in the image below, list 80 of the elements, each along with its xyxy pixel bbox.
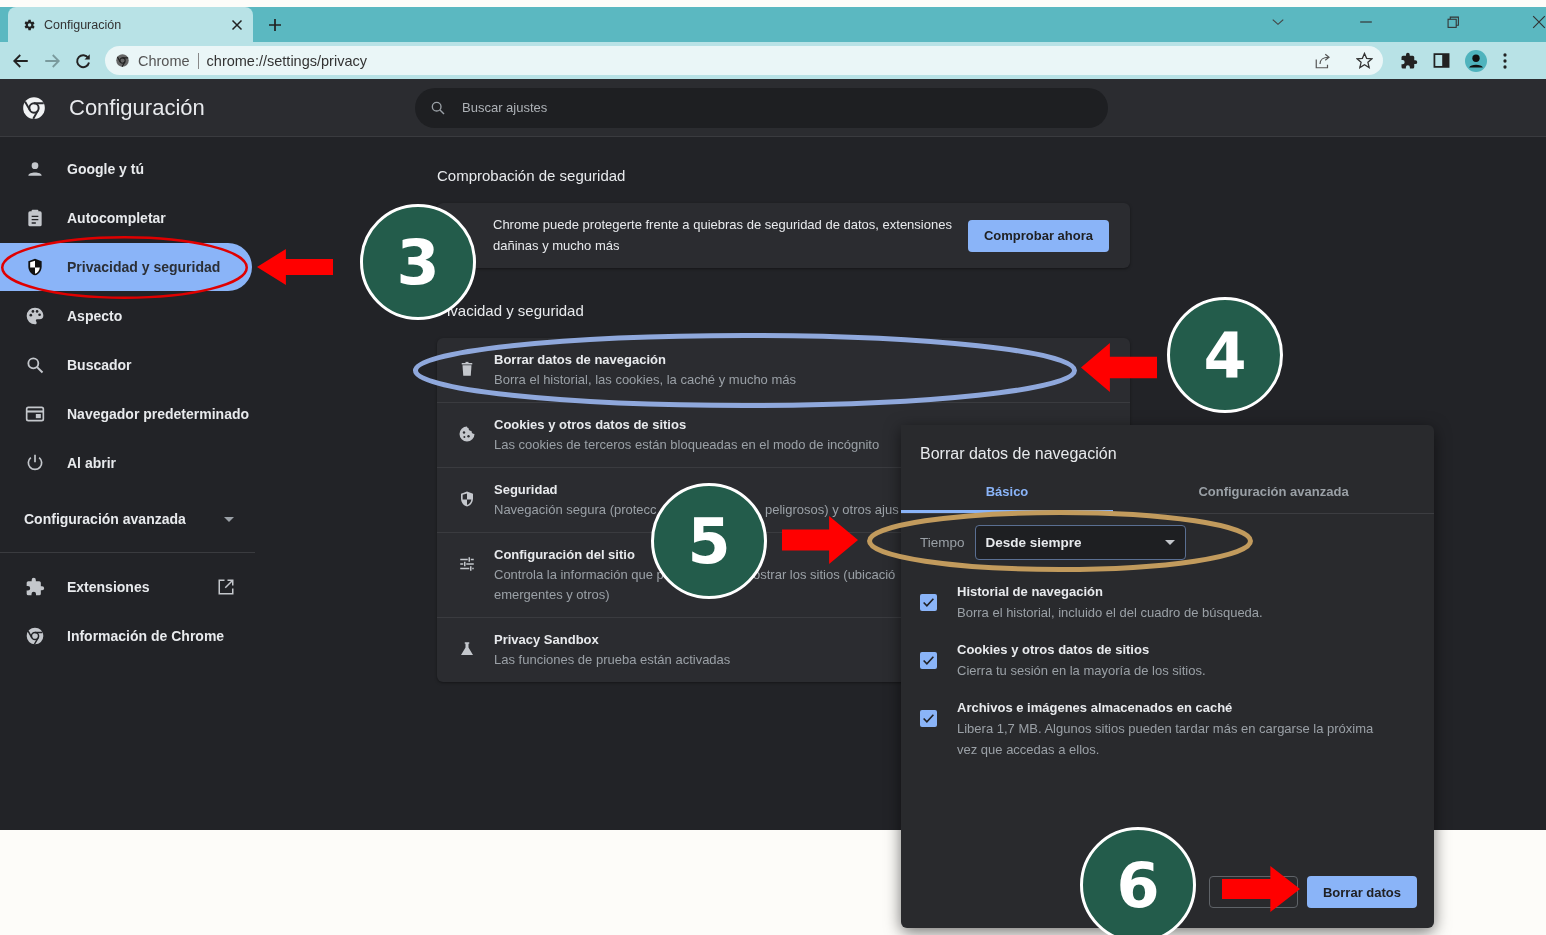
sidebar-item[interactable]: Autocompletar [0,194,252,242]
chrome-logo-icon [21,94,47,121]
time-range-label: Tiempo [920,535,965,550]
sidebar-item[interactable]: Privacidad y seguridad [0,243,252,291]
restore-icon[interactable] [1447,15,1460,29]
profile-avatar-icon[interactable] [1465,49,1487,72]
setting-description: Las funciones de prueba están activadas [494,651,731,669]
checkmark-icon [922,596,935,609]
cookie-icon [458,425,476,443]
sidebar-item[interactable]: Al abrir [0,439,252,487]
section-heading: Comprobación de seguridad [437,166,627,186]
search-placeholder: Buscar ajustes [462,100,548,115]
gear-icon [22,17,36,32]
sidebar-item[interactable]: Buscador [0,341,252,389]
puzzle-icon[interactable] [1400,51,1418,70]
setting-title[interactable]: Seguridad [494,480,558,500]
setting-title[interactable]: Privacy Sandbox [494,630,599,650]
sidebar-link[interactable]: Extensiones [0,563,252,611]
sidebar-link[interactable]: Información de Chrome [0,612,252,660]
option-description: Borra el historial, incluido el del cuadro de búsqueda. [957,604,1264,622]
checkbox[interactable] [920,594,937,611]
setting-title[interactable]: Cookies y otros datos de sitios [494,415,687,435]
flask-icon [458,640,476,658]
browser-tab[interactable]: Configuración [8,7,253,42]
search-field[interactable]: Buscar ajustes [415,87,1108,128]
puzzle-icon [25,577,45,597]
sidebar-item[interactable]: Navegador predeterminado [0,390,252,438]
site-label: Chrome [138,52,199,69]
power-icon [25,453,45,473]
search-icon [25,355,45,375]
dialog-title: Borrar datos de navegación [919,444,1118,464]
shield-icon [458,490,476,508]
clipboard-icon [25,208,45,228]
dropdown-caret-icon [1164,540,1175,545]
side-panel-icon[interactable] [1433,52,1450,69]
sliders-icon [458,555,476,573]
option-title: Historial de navegación [957,583,1104,601]
checkbox[interactable] [920,710,937,727]
checkbox[interactable] [920,652,937,669]
search-icon [430,99,446,116]
option-title: Cookies y otros datos de sitios [957,641,1151,659]
more-menu-icon[interactable] [1502,51,1508,70]
setting-description: Borra el historial, las cookies, la caché y mucho más [494,371,796,389]
person-icon [25,159,45,179]
sidebar-item[interactable]: Google y tú [0,145,252,193]
setting-title[interactable]: Configuración del sitio [494,545,635,565]
check-now-button[interactable]: Comprobar ahora [967,219,1109,252]
section-heading: ivacidad y seguridad [446,301,585,321]
time-range-select[interactable]: Desde siempre [974,525,1186,560]
plus-icon[interactable] [267,17,283,33]
shield-icon [25,257,45,277]
share-icon[interactable] [1314,51,1332,70]
back-icon[interactable] [12,51,30,70]
palette-icon [25,306,45,326]
checkmark-icon [922,654,935,667]
sidebar-item[interactable]: Aspecto [0,292,252,340]
dialog-tab[interactable]: Configuración avanzada [1113,469,1434,513]
dialog-tab[interactable]: Básico [901,469,1113,513]
address-bar[interactable]: Chrome chrome://settings/privacy [105,46,1383,75]
close-icon[interactable] [231,18,243,31]
url-text: chrome://settings/privacy [206,52,368,69]
option-description: Cierra tu sesión en la mayoría de los sitios. [957,662,1207,680]
setting-title[interactable]: Borrar datos de navegación [494,350,666,370]
safety-check-description: Chrome puede protegerte frente a quiebras de seguridad de datos, extensiones dañinas y mucho más [493,216,952,255]
browser-window-icon [25,404,45,424]
star-icon[interactable] [1356,52,1373,69]
checkmark-icon [922,712,935,725]
option-description: Libera 1,7 MB. Algunos sitios pueden tardar más en cargarse la próxima vez que accedas a ellos. [957,720,1375,759]
chrome-logo-icon [115,53,130,68]
option-title: Archivos e imágenes almacenados en caché [957,699,1234,717]
clear-data-button[interactable]: Borrar datos [1306,876,1417,908]
page-title: Configuración [69,94,206,121]
setting-description: peligrosos) y otros ajus [765,501,899,519]
chrome-logo-icon [25,626,45,646]
advanced-settings-toggle[interactable]: Configuración avanzada [0,495,252,543]
reload-icon[interactable] [74,51,92,70]
external-link-icon [217,578,235,596]
setting-description: emergentes y otros) [494,586,610,604]
setting-description: Las cookies de terceros están bloqueadas en el modo de incógnito [494,436,880,454]
close-icon[interactable] [1532,15,1546,29]
